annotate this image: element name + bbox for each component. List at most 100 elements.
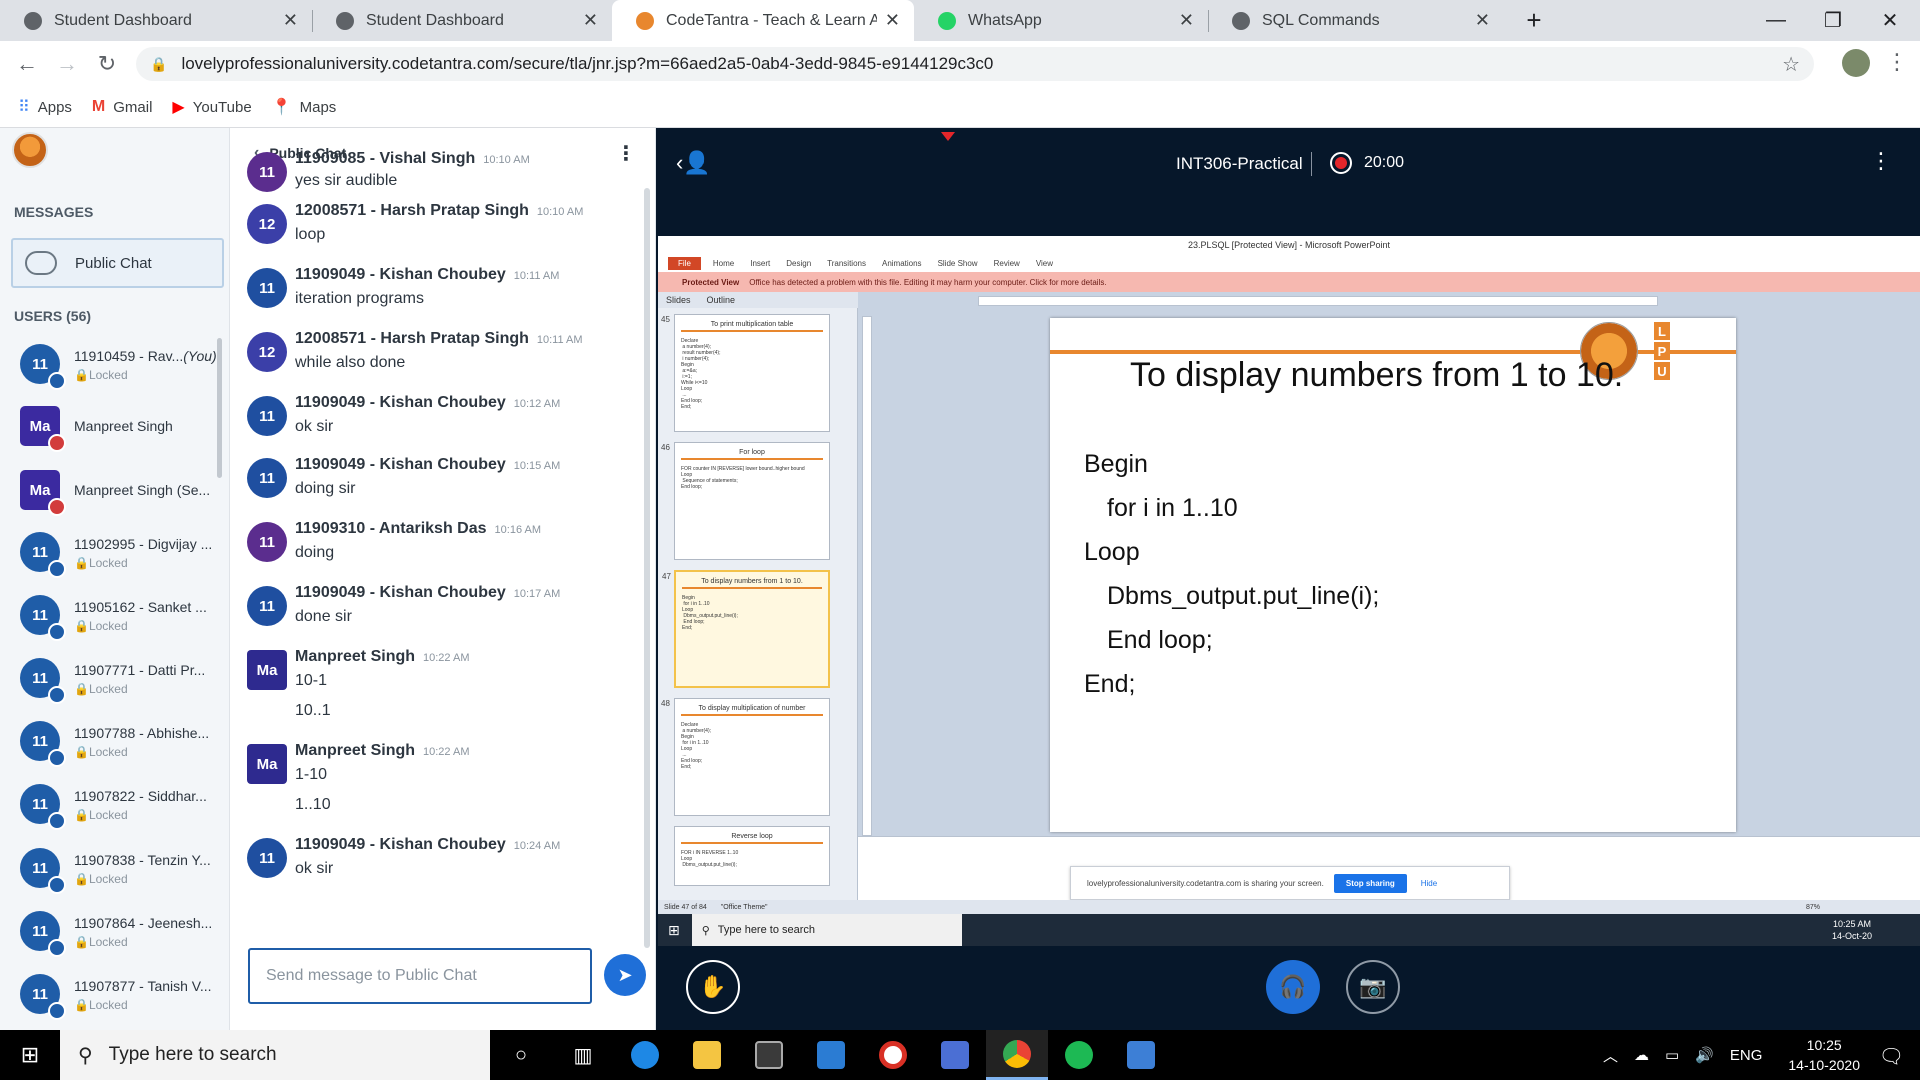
close-tab-icon[interactable]: ✕ — [583, 10, 598, 31]
message-avatar: 11 — [247, 396, 287, 436]
taskbar-app-whiteboard[interactable] — [924, 1030, 986, 1080]
user-menu-icon[interactable]: ‹👤 — [676, 150, 711, 176]
user-list-item[interactable]: 11 11902995 - Digvijay ... 🔒Locked — [20, 526, 220, 582]
close-tab-icon[interactable]: ✕ — [283, 10, 298, 31]
taskbar-app-spotify[interactable] — [1048, 1030, 1110, 1080]
powerpoint-status-bar: Slide 47 of 84 "Office Theme" 87% — [658, 900, 1920, 914]
bookmark-label: YouTube — [192, 98, 252, 116]
taskbar-app-explorer[interactable] — [676, 1030, 738, 1080]
user-list-item[interactable]: 11 11907838 - Tenzin Y... 🔒Locked — [20, 842, 220, 898]
message-text: done sir — [295, 608, 352, 625]
bookmark-maps[interactable]: 📍 Maps — [272, 97, 337, 117]
taskbar-app-edge[interactable] — [614, 1030, 676, 1080]
globe-icon — [336, 11, 354, 30]
user-list-item[interactable]: 11 11907877 - Tanish V... 🔒Locked — [20, 968, 220, 1024]
close-tab-icon[interactable]: ✕ — [1475, 10, 1490, 31]
battery-icon[interactable]: ▭ — [1665, 1046, 1679, 1064]
user-name: 11907788 - Abhishe... — [74, 725, 210, 741]
more-options-icon[interactable]: ⋮ — [616, 141, 636, 166]
forward-button[interactable]: → — [52, 49, 82, 79]
message-avatar: 12 — [247, 332, 287, 372]
close-window-button[interactable]: ✕ — [1860, 0, 1920, 41]
raise-hand-button[interactable]: ✋ — [686, 960, 740, 1014]
new-tab-button[interactable]: + — [1504, 0, 1564, 41]
bookmark-apps[interactable]: ⠿ Apps — [18, 97, 72, 117]
minimize-button[interactable]: — — [1746, 0, 1806, 41]
you-suffix: (You) — [183, 348, 217, 364]
taskbar-app-chrome-alt[interactable] — [862, 1030, 924, 1080]
browser-tab[interactable]: WhatsApp ✕ — [914, 0, 1208, 41]
sidebar-scrollbar[interactable] — [217, 338, 222, 478]
close-tab-icon[interactable]: ✕ — [1179, 10, 1194, 31]
volume-icon[interactable]: 🔊 — [1695, 1046, 1714, 1064]
browser-menu-icon[interactable]: ⋮ — [1886, 49, 1908, 75]
tab-label: WhatsApp — [968, 11, 1042, 29]
bookmark-youtube[interactable]: ▶ YouTube — [172, 97, 251, 117]
restore-button[interactable]: ❐ — [1803, 0, 1863, 41]
avatar-initials: 11 — [259, 469, 275, 487]
mail-icon — [817, 1041, 845, 1069]
more-options-icon[interactable]: ⋮ — [1870, 148, 1892, 174]
message-sender: 11909049 - Kishan Choubey 10:17 AM — [295, 584, 560, 602]
dropdown-indicator-icon[interactable] — [941, 132, 955, 141]
taskbar-app-mail[interactable] — [800, 1030, 862, 1080]
public-chat-item[interactable]: Public Chat — [11, 238, 224, 288]
cloud-icon[interactable]: ☁ — [1634, 1046, 1649, 1064]
chat-scrollbar[interactable] — [644, 188, 650, 948]
user-name: Manpreet Singh (Se... — [74, 482, 211, 498]
chevron-up-icon[interactable]: ︿ — [1603, 1045, 1618, 1066]
taskbar-app-chrome[interactable] — [986, 1030, 1048, 1080]
avatar-initials: Ma — [29, 481, 51, 499]
language-indicator[interactable]: ENG — [1730, 1047, 1763, 1064]
user-list-item[interactable]: 11 11907788 - Abhishe... 🔒Locked — [20, 715, 220, 771]
taskbar-app-photos[interactable] — [1110, 1030, 1172, 1080]
message-avatar: 11 — [247, 838, 287, 878]
chat-message-input[interactable] — [248, 948, 592, 1004]
browser-tab[interactable]: Student Dashboard ✕ — [312, 0, 612, 41]
bookmark-gmail[interactable]: M Gmail — [92, 98, 153, 116]
user-list-item[interactable]: 11 11907864 - Jeenesh... 🔒Locked — [20, 905, 220, 961]
address-bar[interactable]: 🔒 lovelyprofessionaluniversity.codetantr… — [136, 47, 1814, 81]
meeting-stage: ‹👤 INT306-Practical 20:00 ⋮ 23.PLSQL [Pr… — [656, 128, 1920, 1030]
slide-thumbnail: 48 To display multiplication of number D… — [661, 698, 830, 816]
send-message-button[interactable]: ➤ — [604, 954, 646, 996]
start-button[interactable]: ⊞ — [0, 1030, 60, 1080]
taskbar-app-store[interactable] — [738, 1030, 800, 1080]
message-time: 10:22 AM — [423, 652, 470, 664]
ribbon-tab: Design — [786, 258, 812, 268]
audio-button[interactable]: 🎧 — [1266, 960, 1320, 1014]
user-list-item[interactable]: Ma Manpreet Singh (Se... — [20, 464, 220, 520]
photos-icon — [1127, 1041, 1155, 1069]
task-view-button[interactable]: ▥ — [552, 1030, 614, 1080]
user-list-item[interactable]: Ma Manpreet Singh — [20, 400, 220, 456]
message-text: ok sir — [295, 860, 334, 877]
user-list-item[interactable]: 11 11907822 - Siddhar... 🔒Locked — [20, 778, 220, 834]
recording-icon[interactable] — [1330, 152, 1352, 174]
globe-icon — [1232, 11, 1250, 30]
browser-tab[interactable]: Student Dashboard ✕ — [0, 0, 312, 41]
bookmark-star-icon[interactable]: ☆ — [1782, 52, 1800, 77]
user-list-item[interactable]: 11 11910459 - Rav...(You) 🔒Locked — [20, 338, 220, 394]
back-button[interactable]: ← — [12, 49, 42, 79]
video-off-button[interactable]: 📷 — [1346, 960, 1400, 1014]
stop-sharing-button[interactable]: Stop sharing — [1333, 873, 1407, 893]
shared-windows-taskbar: ⊞ ⚲ Type here to search 10:25 AM 14-Oct-… — [658, 914, 1920, 946]
reload-button[interactable]: ↻ — [92, 49, 122, 79]
hide-notice-link[interactable]: Hide — [1421, 879, 1437, 888]
cortana-button[interactable]: ○ — [490, 1030, 552, 1080]
taskbar-clock[interactable]: 10:25 14-10-2020 — [1788, 1035, 1860, 1075]
browser-tab-active[interactable]: CodeTantra - Teach & Learn Any ✕ — [612, 0, 914, 41]
taskbar-search[interactable]: ⚲ Type here to search — [60, 1030, 490, 1080]
user-list-item[interactable]: 11 11907771 - Datti Pr... 🔒Locked — [20, 652, 220, 708]
avatar-initials: 11 — [259, 849, 275, 867]
ribbon-tab: Animations — [881, 258, 922, 268]
thumbnail-title: Reverse loop — [681, 833, 823, 844]
notification-icon[interactable]: 🗨 — [1879, 1044, 1904, 1069]
lock-status: Locked — [88, 998, 128, 1012]
public-chat-panel: ‹ Public Chat ⋮ 11 11909085 - Vishal Sin… — [230, 128, 656, 1030]
close-tab-icon[interactable]: ✕ — [885, 10, 900, 31]
profile-avatar[interactable] — [1842, 49, 1870, 77]
browser-tab-strip: Student Dashboard ✕ Student Dashboard ✕ … — [0, 0, 1920, 41]
user-list-item[interactable]: 11 11905162 - Sanket ... 🔒Locked — [20, 589, 220, 645]
browser-tab[interactable]: SQL Commands ✕ — [1208, 0, 1504, 41]
